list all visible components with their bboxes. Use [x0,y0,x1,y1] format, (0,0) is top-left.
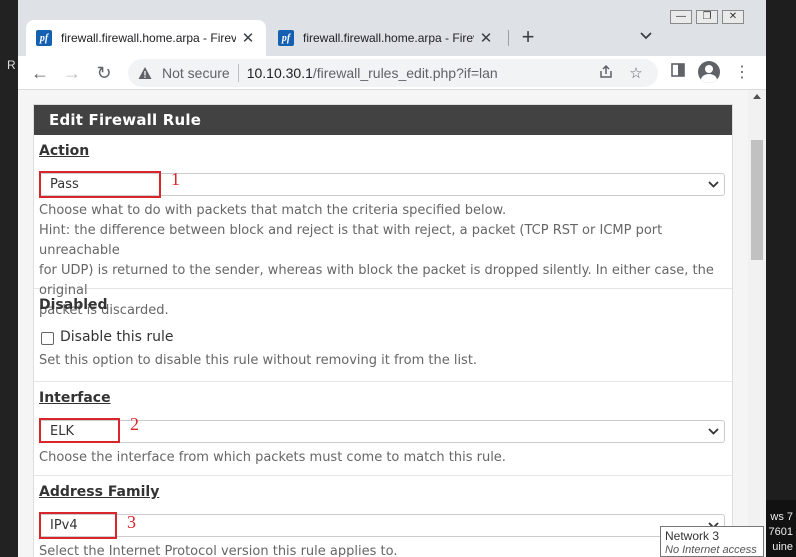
chevron-down-icon [708,174,719,202]
page-scrollbar[interactable] [748,90,766,557]
desktop-left-strip: R [0,0,18,557]
desktop-right-line: 7601 [768,526,793,538]
scroll-up-arrow-icon[interactable] [753,94,761,99]
address-bar[interactable]: Not secure 10.10.30.1 /firewall_rules_ed… [128,59,658,87]
sidepanel-icon[interactable] [666,61,690,85]
share-icon[interactable] [596,64,616,84]
disable-rule-checkbox-label[interactable]: Disable this rule [60,329,174,345]
annotation-box-1 [39,171,161,198]
warning-icon[interactable] [138,66,152,80]
tab-close-icon[interactable]: ✕ [240,29,256,47]
annotation-number-2: 2 [130,414,139,434]
address-family-help-text: Select the Internet Protocol version thi… [39,544,398,557]
interface-row: Interface ELK 2 Choose the interface fro… [34,382,732,476]
desktop-right-line: uine [772,541,793,553]
tab-search-icon[interactable] [636,28,656,48]
annotation-box-2 [39,418,120,443]
minimize-button[interactable]: — [670,10,692,24]
new-tab-button[interactable]: + [516,26,540,50]
tab-title: firewall.firewall.home.arpa - Firev [303,31,474,45]
help-line: Hint: the difference between block and r… [39,223,663,258]
scrollbar-thumb[interactable] [751,140,763,260]
omnibox-separator [237,64,239,82]
annotation-number-3: 3 [127,512,136,532]
address-family-label: Address Family [39,484,160,500]
chevron-down-icon [708,421,719,449]
pfsense-favicon-icon: pf [36,30,52,46]
tab-title: firewall.firewall.home.arpa - Firev [61,31,236,45]
disabled-row: Disabled Disable this rule Set this opti… [34,289,732,382]
avatar-icon[interactable] [698,61,720,83]
url-host: 10.10.30.1 [246,65,313,81]
reload-button[interactable]: ↻ [92,61,116,85]
action-label: Action [39,143,90,159]
browser-window: — ❐ ✕ pf firewall.firewall.home.arpa - F… [18,0,766,557]
annotation-box-3 [39,512,117,539]
security-label[interactable]: Not secure [162,65,230,81]
tab-strip: — ❐ ✕ pf firewall.firewall.home.arpa - F… [18,0,766,56]
tab-active[interactable]: pf firewall.firewall.home.arpa - Firev ✕ [26,20,266,56]
annotation-number-1: 1 [171,169,180,189]
help-line: Choose what to do with packets that matc… [39,203,507,218]
window-close-button[interactable]: ✕ [722,10,744,24]
browser-toolbar: ← → ↻ Not secure 10.10.30.1 /firewall_ru… [18,56,766,90]
menu-icon[interactable]: ⋮ [730,61,754,85]
maximize-button[interactable]: ❐ [696,10,718,24]
address-family-row: Address Family IPv4 3 Select the Interne… [34,476,732,557]
desktop-right-strip: ws 7 7601 uine [766,500,796,557]
desktop-right-line: ws 7 [770,511,793,523]
pfsense-favicon-icon: pf [278,30,294,46]
address-family-select[interactable]: IPv4 [39,514,725,537]
disabled-help-text: Set this option to disable this rule wit… [39,353,478,368]
back-button[interactable]: ← [28,61,52,85]
tab-separator [508,30,509,46]
interface-help-text: Choose the interface from which packets … [39,450,506,465]
edit-firewall-rule-panel: Edit Firewall Rule Action Pass 1 Choose … [33,104,733,557]
disable-rule-checkbox[interactable] [41,332,54,345]
interface-label: Interface [39,390,111,406]
url-path: /firewall_rules_edit.php?if=lan [312,65,498,81]
tab-inactive[interactable]: pf firewall.firewall.home.arpa - Firev ✕ [268,20,504,56]
action-row: Action Pass 1 Choose what to do with pac… [34,135,732,318]
network-tooltip: Network 3 No Internet access [660,526,764,557]
disabled-label: Disabled [39,297,108,313]
forward-button[interactable]: → [60,61,84,85]
interface-select[interactable]: ELK [39,420,725,443]
star-icon[interactable]: ☆ [626,64,646,84]
panel-heading: Edit Firewall Rule [34,105,732,135]
tooltip-title: Network 3 [665,529,720,543]
tooltip-subtitle: No Internet access [665,544,757,556]
tab-close-icon[interactable]: ✕ [478,29,494,47]
page-content: Edit Firewall Rule Action Pass 1 Choose … [18,90,748,557]
desktop-left-text: R [7,58,16,72]
